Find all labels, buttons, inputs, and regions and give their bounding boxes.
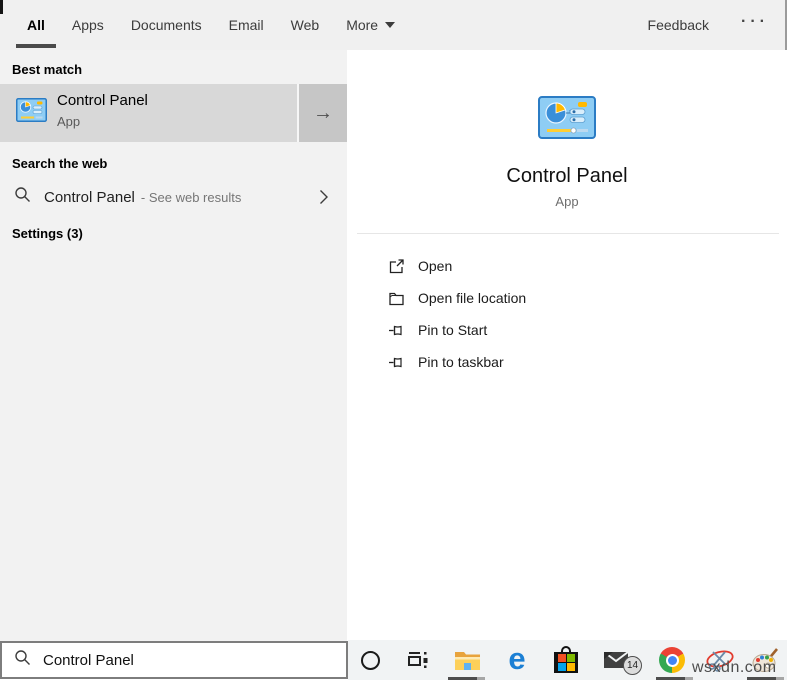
web-search-result[interactable]: Control Panel - See web results xyxy=(0,180,347,214)
tab-email[interactable]: Email xyxy=(229,0,264,50)
preview-title: Control Panel xyxy=(347,165,787,188)
cortana-ring xyxy=(361,651,380,670)
context-actions: Open Open file location Pin to Start Pin… xyxy=(347,250,787,378)
taskbar-search-box[interactable] xyxy=(0,641,348,679)
store-icon[interactable] xyxy=(546,640,586,680)
pin-icon xyxy=(388,354,405,371)
search-web-header: Search the web xyxy=(12,156,107,171)
action-label: Open xyxy=(418,258,452,274)
edge-logo: e xyxy=(508,643,525,678)
search-input[interactable] xyxy=(43,652,313,669)
pin-icon xyxy=(388,322,405,339)
watermark: wsxdn.com xyxy=(692,659,777,677)
tab-all[interactable]: All xyxy=(27,0,45,50)
tab-documents-label: Documents xyxy=(131,17,202,33)
screen-corner-artifact xyxy=(0,0,3,14)
folder-icon xyxy=(388,290,405,307)
chrome-logo xyxy=(659,647,685,673)
edge-icon[interactable]: e xyxy=(497,640,537,680)
best-match-title: Control Panel xyxy=(57,92,148,109)
results-panel: Best match Control Panel App xyxy=(0,50,347,641)
action-label: Pin to taskbar xyxy=(418,354,504,370)
preview-subtitle: App xyxy=(347,194,787,209)
web-result-suffix: - See web results xyxy=(141,190,241,205)
open-icon xyxy=(388,258,405,275)
web-result-query: Control Panel xyxy=(44,189,135,206)
control-panel-icon-large xyxy=(538,96,596,144)
cortana-icon[interactable] xyxy=(350,640,390,680)
preview-divider xyxy=(357,233,779,234)
right-arrow-icon: → xyxy=(313,102,333,125)
tab-more[interactable]: More xyxy=(346,0,395,50)
action-pin-to-taskbar[interactable]: Pin to taskbar xyxy=(347,346,787,378)
chevron-right-icon xyxy=(319,189,329,210)
chrome-icon[interactable] xyxy=(652,640,692,680)
action-label: Pin to Start xyxy=(418,322,487,338)
store-bag xyxy=(554,646,578,674)
expand-result-button[interactable]: → xyxy=(297,84,347,142)
best-match-subtitle: App xyxy=(57,114,148,129)
action-pin-to-start[interactable]: Pin to Start xyxy=(347,314,787,346)
tab-apps[interactable]: Apps xyxy=(72,0,104,50)
file-explorer-icon[interactable] xyxy=(447,640,487,680)
search-icon xyxy=(14,649,31,671)
tab-email-label: Email xyxy=(229,17,264,33)
preview-panel: Control Panel App Open Open file locatio… xyxy=(347,50,787,641)
task-view-icon[interactable] xyxy=(398,640,438,680)
tab-web[interactable]: Web xyxy=(291,0,320,50)
tab-more-label: More xyxy=(346,17,378,33)
tab-all-label: All xyxy=(27,17,45,33)
filter-tabs: All Apps Documents Email Web More xyxy=(27,0,395,50)
search-filter-bar: All Apps Documents Email Web More Feedba… xyxy=(0,0,787,50)
tab-documents[interactable]: Documents xyxy=(131,0,202,50)
chevron-down-icon xyxy=(385,22,395,28)
mail-unread-badge: 14 xyxy=(623,656,642,675)
more-options-icon[interactable]: ··· xyxy=(741,13,769,37)
windows-search-flyout: All Apps Documents Email Web More Feedba… xyxy=(0,0,787,680)
search-icon xyxy=(14,186,31,208)
best-match-result[interactable]: Control Panel App → xyxy=(0,84,347,142)
action-open[interactable]: Open xyxy=(347,250,787,282)
feedback-button[interactable]: Feedback xyxy=(648,17,709,33)
best-match-header: Best match xyxy=(12,62,82,77)
tab-apps-label: Apps xyxy=(72,17,104,33)
control-panel-icon xyxy=(16,98,47,127)
action-open-file-location[interactable]: Open file location xyxy=(347,282,787,314)
action-label: Open file location xyxy=(418,290,526,306)
settings-group-header: Settings (3) xyxy=(12,226,83,241)
tab-web-label: Web xyxy=(291,17,320,33)
